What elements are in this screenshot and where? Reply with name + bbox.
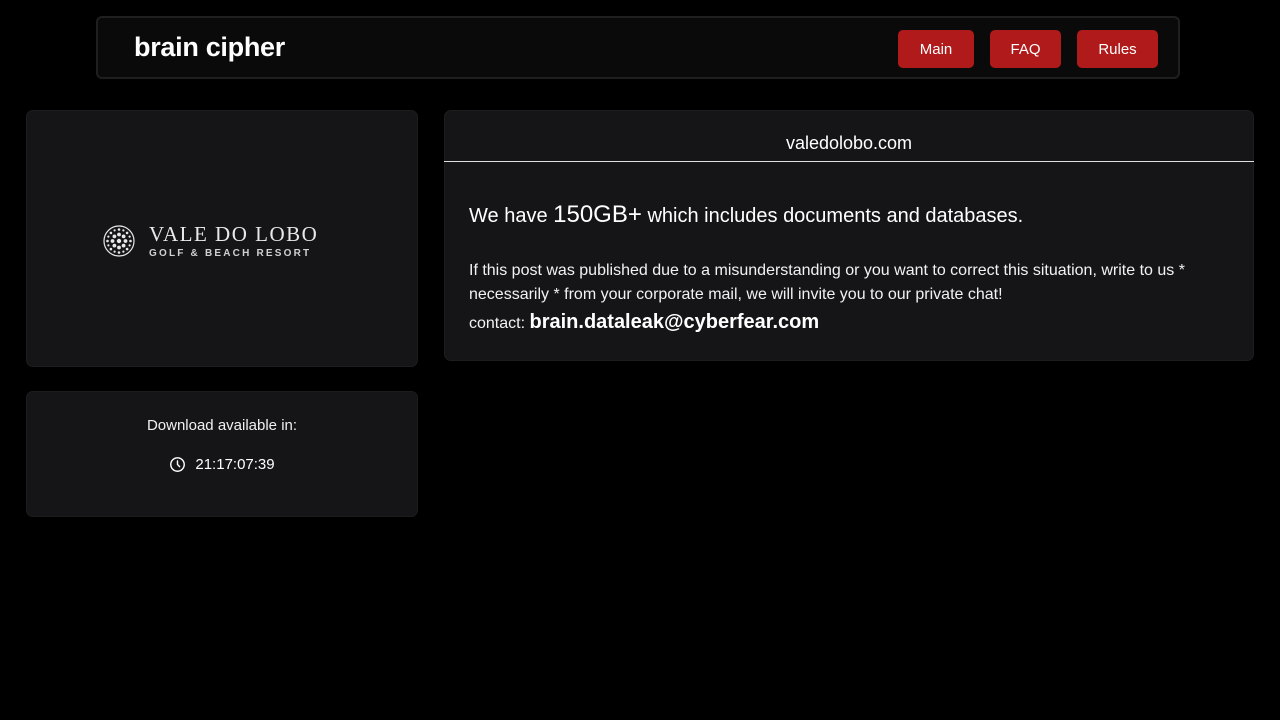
top-header: brain cipher Main FAQ Rules: [96, 16, 1180, 79]
description-text: If this post was published due to a misu…: [469, 262, 1185, 303]
company-logo: VALE DO LOBO GOLF & BEACH RESORT: [103, 223, 318, 259]
leak-info-card: valedolobo.com We have 150GB+ which incl…: [444, 110, 1254, 361]
logo-subtitle: GOLF & BEACH RESORT: [149, 248, 312, 259]
logo-emblem-icon: [103, 225, 135, 257]
download-countdown-card: Download available in: 21:17:07:39: [26, 391, 418, 517]
logo-wordmark: VALE DO LOBO GOLF & BEACH RESORT: [149, 223, 318, 259]
countdown-time: 21:17:07:39: [195, 456, 275, 473]
nav-main-button[interactable]: Main: [898, 30, 974, 68]
contact-email-link[interactable]: brain.dataleak@cyberfear.com: [529, 311, 819, 333]
logo-title: VALE DO LOBO: [149, 222, 319, 246]
download-label: Download available in:: [146, 417, 298, 434]
data-size-value: 150GB+: [553, 201, 642, 228]
clock-icon: [170, 457, 186, 472]
company-logo-card: VALE DO LOBO GOLF & BEACH RESORT: [26, 110, 418, 367]
data-size-statement: We have 150GB+ which includes documents …: [469, 201, 1023, 229]
contact-label: contact:: [469, 315, 526, 332]
contact-line: contact: brain.dataleak@cyberfear.com: [469, 311, 819, 334]
nav-rules-button[interactable]: Rules: [1077, 30, 1158, 68]
title-divider: [444, 161, 1254, 162]
brand-title[interactable]: brain cipher: [134, 32, 285, 63]
victim-site-title: valedolobo.com: [785, 133, 913, 153]
nav-faq-button[interactable]: FAQ: [990, 30, 1061, 68]
countdown-timer: 21:17:07:39: [27, 456, 417, 473]
we-have-text: We have: [469, 205, 548, 227]
includes-text: which includes documents and databases.: [647, 205, 1024, 227]
